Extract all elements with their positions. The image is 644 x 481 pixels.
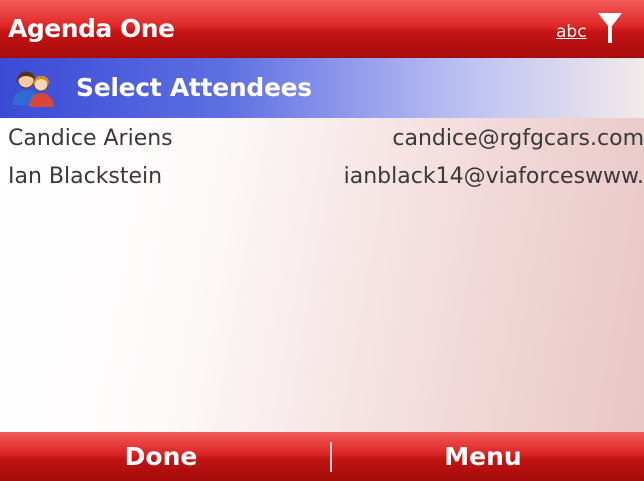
people-icon	[12, 71, 54, 107]
list-item[interactable]: Candice Ariens candice@rgfgcars.com	[0, 122, 644, 156]
title-bar: Agenda One abc	[0, 0, 644, 58]
app-title: Agenda One	[8, 14, 175, 43]
input-mode-indicator[interactable]: abc	[556, 22, 587, 42]
softkey-bar: Done Menu	[0, 432, 644, 481]
menu-softkey[interactable]: Menu	[322, 442, 644, 471]
screen-title: Select Attendees	[76, 73, 312, 102]
attendee-email: ianblack14@viaforceswww.	[343, 164, 644, 189]
screen-header: Select Attendees	[0, 58, 644, 118]
attendee-name: Ian Blackstein	[8, 164, 163, 189]
attendee-email: candice@rgfgcars.com	[392, 126, 644, 151]
antenna-signal-icon	[598, 13, 622, 43]
done-softkey[interactable]: Done	[0, 442, 322, 471]
attendee-list: Candice Ariens candice@rgfgcars.com Ian …	[0, 118, 644, 432]
attendee-name: Candice Ariens	[8, 126, 173, 151]
list-item[interactable]: Ian Blackstein ianblack14@viaforceswww.	[0, 160, 644, 194]
